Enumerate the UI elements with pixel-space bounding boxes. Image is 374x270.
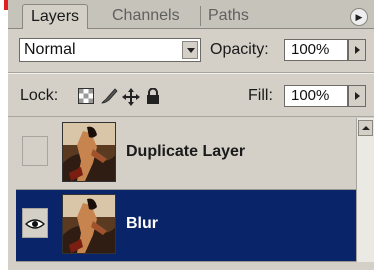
divider-highlight [8, 73, 374, 74]
layers-list: Duplicate Layer Blur [16, 118, 356, 262]
tab-paths-label: Paths [208, 7, 249, 24]
tab-separator [200, 6, 201, 26]
tab-channels[interactable]: Channels [104, 4, 188, 28]
visibility-toggle[interactable] [22, 136, 48, 166]
layers-scrollbar[interactable] [356, 118, 374, 262]
opacity-label: Opacity: [210, 41, 269, 58]
tab-channels-label: Channels [112, 7, 180, 24]
scroll-up-button[interactable] [358, 120, 373, 136]
tab-paths[interactable]: Paths [200, 4, 257, 28]
divider [8, 116, 374, 117]
eye-icon [24, 217, 46, 235]
opacity-field[interactable]: 100% [284, 39, 348, 61]
layers-panel: Layers Channels Paths ▶ Normal Opacity: … [8, 0, 374, 270]
layer-row-duplicate-layer[interactable]: Duplicate Layer [16, 118, 356, 190]
fill-slider-button[interactable] [348, 85, 366, 107]
chevron-down-icon[interactable] [182, 41, 198, 59]
visibility-toggle[interactable] [22, 208, 48, 238]
lock-transparency-icon[interactable] [78, 88, 94, 109]
layer-row-blur[interactable]: Blur [16, 190, 356, 262]
tab-layers[interactable]: Layers [22, 4, 89, 29]
lock-all-icon[interactable] [146, 87, 160, 109]
fill-field[interactable]: 100% [284, 85, 348, 107]
opacity-slider-button[interactable] [348, 39, 366, 61]
lock-move-icon[interactable] [122, 88, 140, 111]
lock-paint-icon[interactable] [100, 88, 118, 109]
tab-bar: Layers Channels Paths ▶ [8, 0, 374, 29]
layer-name: Duplicate Layer [126, 143, 246, 160]
blend-mode-select[interactable]: Normal [19, 38, 201, 62]
lock-label: Lock: [20, 87, 59, 104]
layer-thumbnail [62, 122, 116, 182]
panel-menu-button[interactable]: ▶ [350, 8, 368, 26]
blend-mode-value: Normal [24, 41, 76, 58]
layer-thumbnail [62, 194, 116, 254]
fill-label: Fill: [248, 87, 273, 104]
layer-name: Blur [126, 215, 158, 232]
